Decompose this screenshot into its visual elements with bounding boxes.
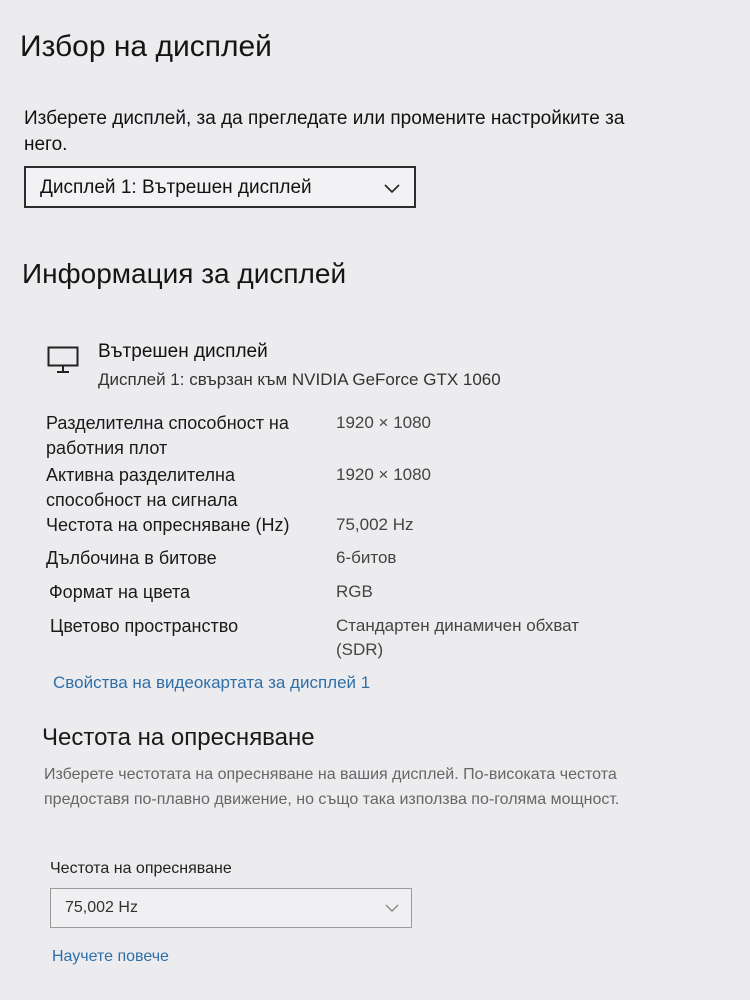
refresh-rate-dropdown[interactable]: 75,002 Hz: [50, 888, 412, 928]
info-label-refresh-rate: Честота на опресняване (Hz): [46, 515, 290, 535]
refresh-rate-value: 75,002 Hz: [65, 899, 138, 916]
refresh-rate-heading: Честота на опресняване: [42, 724, 315, 751]
info-value-signal-resolution: 1920 × 1080: [336, 465, 432, 484]
adapter-properties-link[interactable]: Свойства на видеокартата за дисплей 1: [53, 673, 370, 693]
info-value-bit-depth: 6-битов: [336, 548, 397, 567]
select-display-description: Изберете дисплей, за да прегледате или п…: [24, 108, 625, 155]
display-info-heading: Информация за дисплей: [22, 258, 347, 289]
info-label-color-space: Цветово пространство: [50, 616, 239, 636]
info-label-bit-depth: Дълбочина в битове: [46, 548, 217, 568]
chevron-down-icon: [384, 184, 400, 194]
info-value-color-format: RGB: [336, 582, 373, 601]
display-select-value: Дисплей 1: Вътрешен дисплей: [40, 177, 312, 198]
learn-more-link[interactable]: Научете повече: [52, 948, 169, 966]
display-name: Вътрешен дисплей: [98, 341, 268, 362]
display-connection: Дисплей 1: свързан към NVIDIA GeForce GT…: [98, 370, 501, 389]
monitor-icon: [47, 346, 79, 373]
info-label-signal-resolution: Активна разделителна способност на сигна…: [46, 465, 238, 510]
refresh-rate-field-label: Честота на опресняване: [50, 860, 232, 877]
page-title: Избор на дисплей: [20, 30, 272, 63]
info-value-desktop-resolution: 1920 × 1080: [336, 413, 432, 432]
info-value-color-space: Стандартен динамичен обхват (SDR): [336, 616, 580, 659]
info-label-color-format: Формат на цвета: [49, 582, 191, 602]
chevron-down-icon: [385, 904, 399, 912]
info-value-refresh-rate: 75,002 Hz: [336, 515, 414, 534]
refresh-rate-description: Изберете честотата на опресняване на ваш…: [44, 766, 620, 808]
display-select-dropdown[interactable]: Дисплей 1: Вътрешен дисплей: [24, 166, 416, 208]
info-label-desktop-resolution: Разделителна способност на работния плот: [46, 413, 289, 458]
